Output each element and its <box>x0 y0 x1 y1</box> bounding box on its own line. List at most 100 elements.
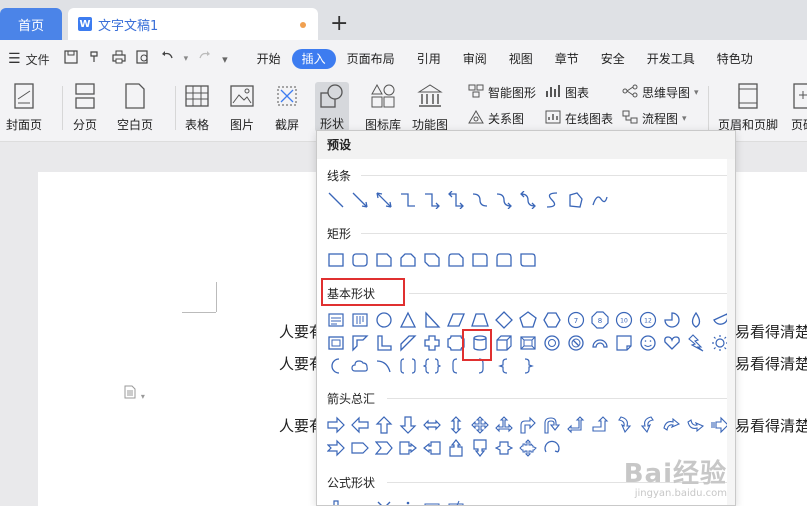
bent-up-arrow-shape-icon[interactable] <box>589 414 611 436</box>
doc-text-line[interactable]: 易看得清楚 <box>735 415 807 436</box>
tab-features[interactable]: 特色功 <box>706 49 764 69</box>
doc-text-line[interactable]: 易看得清楚 <box>735 321 807 342</box>
tab-developer[interactable]: 开发工具 <box>636 49 706 69</box>
tab-security[interactable]: 安全 <box>590 49 636 69</box>
no-symbol-shape-icon[interactable] <box>565 332 587 354</box>
division-sign-shape-icon[interactable] <box>397 497 419 505</box>
print-preview-icon[interactable] <box>135 50 150 68</box>
left-arrow-shape-icon[interactable] <box>349 414 371 436</box>
tab-view[interactable]: 视图 <box>498 49 544 69</box>
double-brace-shape-icon[interactable] <box>421 355 443 377</box>
online-chart-button[interactable]: 在线图表 <box>545 110 613 127</box>
lightning-bolt-shape-icon[interactable] <box>685 332 707 354</box>
print-icon[interactable] <box>111 50 126 68</box>
smiley-face-shape-icon[interactable] <box>637 332 659 354</box>
right-triangle-shape-icon[interactable] <box>421 309 443 331</box>
multiply-sign-shape-icon[interactable] <box>373 497 395 505</box>
rounded-rect-shape-icon[interactable] <box>349 249 371 271</box>
cover-page-button[interactable]: 封面页 <box>6 82 42 133</box>
curved-right-arrow-shape-icon[interactable] <box>613 414 635 436</box>
cross-shape-icon[interactable] <box>421 332 443 354</box>
page-break-button[interactable]: 分页 <box>72 82 98 133</box>
donut-shape-icon[interactable] <box>541 332 563 354</box>
format-painter-icon[interactable] <box>88 50 102 68</box>
tab-page-layout[interactable]: 页面布局 <box>336 49 406 69</box>
moon-shape-icon[interactable] <box>325 355 347 377</box>
pentagon-shape-icon[interactable] <box>517 309 539 331</box>
plus-sign-shape-icon[interactable] <box>325 497 347 505</box>
shape-button[interactable]: 形状 <box>315 82 349 132</box>
curved-connector-shape-icon[interactable] <box>469 189 491 211</box>
not-equal-sign-shape-icon[interactable] <box>445 497 467 505</box>
curved-up-arrow-shape-icon[interactable] <box>661 414 683 436</box>
snip-diagonal-rect-shape-icon[interactable] <box>421 249 443 271</box>
doc-text-line[interactable]: 易看得清楚 <box>735 353 807 374</box>
decagon-shape-icon[interactable]: 10 <box>613 309 635 331</box>
curved-double-arrow-shape-icon[interactable] <box>517 189 539 211</box>
customize-toolbar-icon[interactable]: ▾ <box>222 53 228 66</box>
curved-down-arrow-shape-icon[interactable] <box>685 414 707 436</box>
diamond-shape-icon[interactable] <box>493 309 515 331</box>
round-diagonal-rect-shape-icon[interactable] <box>517 249 539 271</box>
cube-shape-icon[interactable] <box>493 332 515 354</box>
picture-button[interactable]: 图片 <box>229 82 255 133</box>
left-right-up-arrow-shape-icon[interactable] <box>493 414 515 436</box>
curved-arrow-connector-shape-icon[interactable] <box>493 189 515 211</box>
circular-arrow-shape-icon[interactable] <box>541 437 563 459</box>
dropdown-scrollbar[interactable] <box>727 159 735 505</box>
hexagon-shape-icon[interactable] <box>541 309 563 331</box>
arrow-line-shape-icon[interactable] <box>349 189 371 211</box>
up-arrow-callout-shape-icon[interactable] <box>445 437 467 459</box>
dodecagon-shape-icon[interactable]: 12 <box>637 309 659 331</box>
snip-round-rect-shape-icon[interactable] <box>445 249 467 271</box>
minus-sign-shape-icon[interactable] <box>349 497 371 505</box>
chart-button[interactable]: 图表 <box>545 84 589 101</box>
left-arrow-callout-shape-icon[interactable] <box>421 437 443 459</box>
flowchart-button[interactable]: 流程图 ▾ <box>622 110 687 127</box>
heptagon-shape-icon[interactable]: 7 <box>565 309 587 331</box>
block-arc-shape-icon[interactable] <box>589 332 611 354</box>
elbow-arrow-connector-shape-icon[interactable] <box>421 189 443 211</box>
line-shape-icon[interactable] <box>325 189 347 211</box>
smart-art-button[interactable]: 智能图形 <box>468 84 536 101</box>
elbow-double-arrow-shape-icon[interactable] <box>445 189 467 211</box>
rectangle-shape-icon[interactable] <box>325 249 347 271</box>
right-arrow-shape-icon[interactable] <box>325 414 347 436</box>
table-button[interactable]: 表格 <box>184 82 210 133</box>
right-arrow-callout-shape-icon[interactable] <box>397 437 419 459</box>
save-icon[interactable] <box>63 50 78 68</box>
half-frame-shape-icon[interactable] <box>349 332 371 354</box>
tab-chapter[interactable]: 章节 <box>544 49 590 69</box>
left-brace-shape-icon[interactable] <box>493 355 515 377</box>
left-right-arrow-callout-shape-icon[interactable] <box>493 437 515 459</box>
left-right-arrow-shape-icon[interactable] <box>421 414 443 436</box>
double-arrow-line-shape-icon[interactable] <box>373 189 395 211</box>
up-arrow-shape-icon[interactable] <box>373 414 395 436</box>
parallelogram-shape-icon[interactable] <box>445 309 467 331</box>
tab-reference[interactable]: 引用 <box>406 49 452 69</box>
tab-home[interactable]: 首页 <box>0 8 62 40</box>
l-shape-icon[interactable] <box>373 332 395 354</box>
trapezoid-shape-icon[interactable] <box>469 309 491 331</box>
octagon-shape-icon[interactable]: 8 <box>589 309 611 331</box>
quad-arrow-callout-shape-icon[interactable] <box>517 437 539 459</box>
textbox-shape-icon[interactable] <box>325 309 347 331</box>
mind-map-dropdown-icon[interactable]: ▾ <box>694 88 699 98</box>
new-tab-button[interactable]: + <box>330 12 348 36</box>
u-turn-arrow-shape-icon[interactable] <box>541 414 563 436</box>
cloud-shape-icon[interactable] <box>349 355 371 377</box>
left-up-arrow-shape-icon[interactable] <box>565 414 587 436</box>
vertical-textbox-shape-icon[interactable] <box>349 309 371 331</box>
snip-corner-rect-shape-icon[interactable] <box>373 249 395 271</box>
heart-shape-icon[interactable] <box>661 332 683 354</box>
arc-shape-icon[interactable] <box>373 355 395 377</box>
page-number-button[interactable]: 页码 <box>790 82 807 133</box>
curve-shape-icon[interactable] <box>541 189 563 211</box>
bevel-shape-icon[interactable] <box>517 332 539 354</box>
equal-sign-shape-icon[interactable] <box>421 497 443 505</box>
pie-shape-icon[interactable] <box>661 309 683 331</box>
triangle-shape-icon[interactable] <box>397 309 419 331</box>
diagonal-stripe-shape-icon[interactable] <box>397 332 419 354</box>
elbow-connector-shape-icon[interactable] <box>397 189 419 211</box>
tab-document[interactable]: W 文字文稿1 <box>68 8 318 40</box>
